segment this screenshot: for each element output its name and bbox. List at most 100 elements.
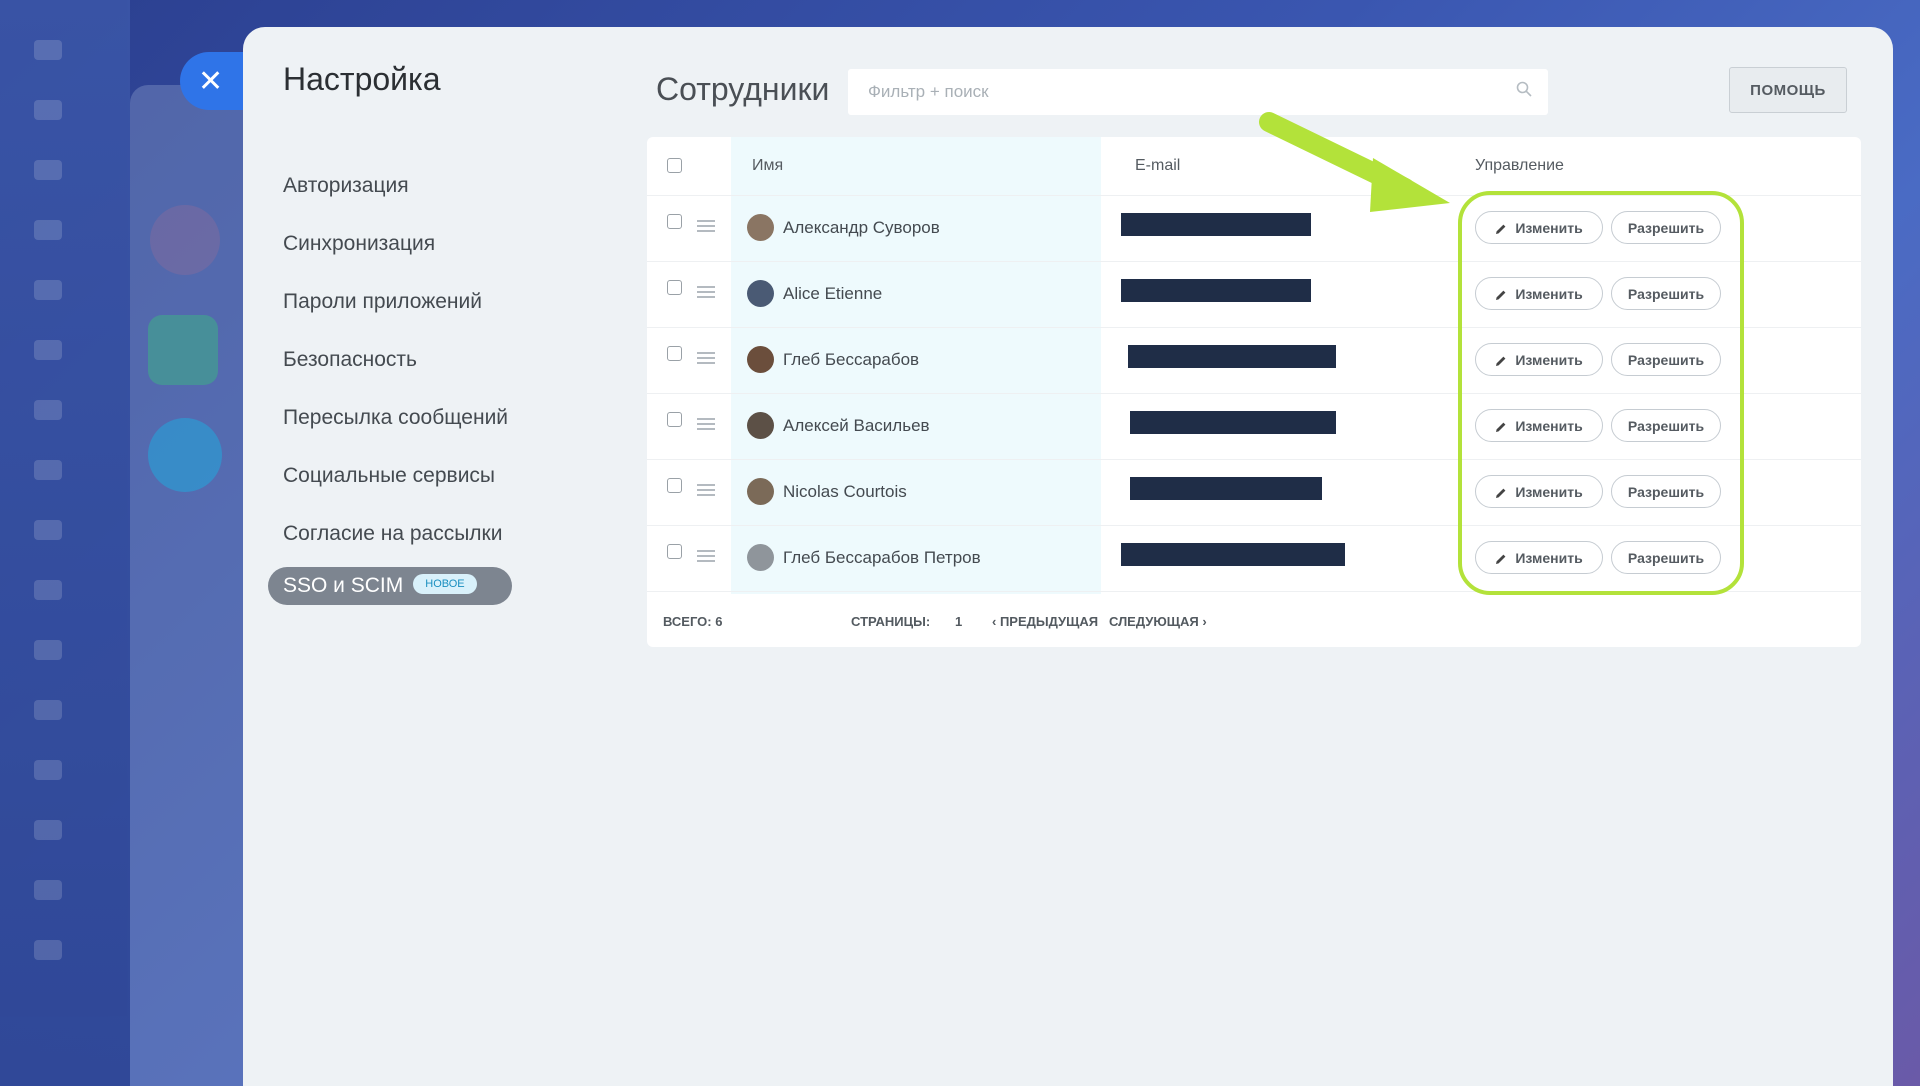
background-chat-icon (148, 315, 218, 385)
row-checkbox[interactable] (667, 412, 682, 427)
table-row: Алексей Васильев Изменить Разрешить (647, 393, 1861, 460)
edit-label: Изменить (1515, 285, 1583, 302)
chevron-right-icon: › (1198, 614, 1207, 629)
edit-button[interactable]: Изменить (1475, 475, 1603, 508)
employees-title: Сотрудники (656, 71, 830, 107)
background-nav-icon (34, 340, 62, 360)
table-row: Александр Суворов Изменить Разрешить (647, 195, 1861, 262)
employee-name[interactable]: Alice Etienne (783, 284, 882, 304)
pencil-icon (1496, 356, 1506, 366)
employees-table: Имя E-mail Управление Александр Суворов И… (647, 137, 1861, 647)
avatar (747, 412, 774, 439)
edit-button[interactable]: Изменить (1475, 343, 1603, 376)
next-label: СЛЕДУЮЩАЯ (1109, 614, 1199, 629)
edit-button[interactable]: Изменить (1475, 409, 1603, 442)
allow-button[interactable]: Разрешить (1611, 277, 1721, 310)
background-nav-icon (34, 220, 62, 240)
chevron-left-icon: ‹ (992, 614, 1000, 629)
allow-button[interactable]: Разрешить (1611, 343, 1721, 376)
prev-label: ПРЕДЫДУЩАЯ (999, 614, 1099, 629)
menu-item-security[interactable]: Безопасность (283, 331, 512, 389)
email-redacted (1130, 477, 1322, 500)
avatar (747, 346, 774, 373)
avatar (747, 544, 774, 571)
menu-item-consent[interactable]: Согласие на рассылки (283, 505, 512, 563)
pencil-icon (1496, 488, 1506, 498)
drag-handle-icon[interactable] (697, 484, 715, 496)
table-header: Имя E-mail Управление (647, 137, 1861, 196)
background-nav-icon (34, 400, 62, 420)
row-checkbox[interactable] (667, 478, 682, 493)
search-icon[interactable] (1516, 81, 1532, 97)
employee-name[interactable]: Александр Суворов (783, 218, 940, 238)
table-footer: ВСЕГО: 6 СТРАНИЦЫ: 1 ‹ ПРЕДЫДУЩАЯ СЛЕДУЮ… (647, 595, 1861, 647)
menu-item-app-passwords[interactable]: Пароли приложений (283, 273, 512, 331)
background-nav-icon (34, 160, 62, 180)
avatar (747, 214, 774, 241)
next-page-link[interactable]: СЛЕДУЮЩАЯ › (1109, 614, 1207, 629)
table-row: Глеб Бессарабов Изменить Разрешить (647, 327, 1861, 394)
employee-name[interactable]: Алексей Васильев (783, 416, 930, 436)
background-nav-icon (34, 940, 62, 960)
drag-handle-icon[interactable] (697, 550, 715, 562)
background-nav-icon (34, 580, 62, 600)
row-checkbox[interactable] (667, 214, 682, 229)
search-placeholder: Фильтр + поиск (868, 82, 989, 101)
background-nav-icon (34, 520, 62, 540)
row-checkbox[interactable] (667, 280, 682, 295)
search-input[interactable]: Фильтр + поиск (848, 69, 1548, 115)
background-app-sidebar (0, 0, 130, 1086)
header-email[interactable]: E-mail (1135, 157, 1180, 175)
background-nav-icon (34, 880, 62, 900)
prev-page-link[interactable]: ‹ ПРЕДЫДУЩАЯ (992, 614, 1098, 629)
header-name[interactable]: Имя (752, 157, 783, 175)
background-nav-icon (34, 460, 62, 480)
menu-item-sso-scim[interactable]: SSO и SCIM НОВОЕ (268, 567, 512, 605)
drag-handle-icon[interactable] (697, 418, 715, 430)
background-nav-icon (34, 760, 62, 780)
table-row: Nicolas Courtois Изменить Разрешить (647, 459, 1861, 526)
edit-button[interactable]: Изменить (1475, 211, 1603, 244)
settings-panel: Настройка Авторизация Синхронизация Паро… (243, 27, 1893, 1086)
background-nav-icon (34, 640, 62, 660)
background-nav-icon (34, 700, 62, 720)
row-checkbox[interactable] (667, 544, 682, 559)
allow-button[interactable]: Разрешить (1611, 475, 1721, 508)
drag-handle-icon[interactable] (697, 352, 715, 364)
background-nav-icon (34, 820, 62, 840)
allow-button[interactable]: Разрешить (1611, 211, 1721, 244)
allow-button[interactable]: Разрешить (1611, 409, 1721, 442)
pencil-icon (1496, 224, 1506, 234)
menu-item-social[interactable]: Социальные сервисы (283, 447, 512, 505)
menu-item-authorization[interactable]: Авторизация (283, 157, 512, 215)
background-nav-icon (34, 40, 62, 60)
email-redacted (1121, 213, 1311, 236)
background-avatar (150, 205, 220, 275)
settings-menu: Авторизация Синхронизация Пароли приложе… (268, 157, 512, 605)
table-row: Alice Etienne Изменить Разрешить (647, 261, 1861, 328)
background-circle-icon (148, 418, 222, 492)
employee-name[interactable]: Nicolas Courtois (783, 482, 907, 502)
menu-item-label: SSO и SCIM (283, 574, 404, 597)
page-number[interactable]: 1 (955, 614, 962, 629)
employee-name[interactable]: Глеб Бессарабов (783, 350, 919, 370)
drag-handle-icon[interactable] (697, 286, 715, 298)
edit-button[interactable]: Изменить (1475, 541, 1603, 574)
settings-title: Настройка (283, 61, 441, 97)
edit-label: Изменить (1515, 351, 1583, 368)
menu-item-sync[interactable]: Синхронизация (283, 215, 512, 273)
help-button[interactable]: ПОМОЩЬ (1729, 67, 1847, 113)
close-icon: ✕ (198, 64, 224, 99)
background-nav-icon (34, 100, 62, 120)
select-all-checkbox[interactable] (667, 158, 682, 173)
menu-item-forwarding[interactable]: Пересылка сообщений (283, 389, 512, 447)
employee-name[interactable]: Глеб Бессарабов Петров (783, 548, 981, 568)
row-checkbox[interactable] (667, 346, 682, 361)
edit-label: Изменить (1515, 483, 1583, 500)
edit-button[interactable]: Изменить (1475, 277, 1603, 310)
allow-button[interactable]: Разрешить (1611, 541, 1721, 574)
drag-handle-icon[interactable] (697, 220, 715, 232)
new-badge: НОВОЕ (413, 574, 477, 595)
total-count: ВСЕГО: 6 (663, 614, 723, 629)
pages-label: СТРАНИЦЫ: (851, 614, 931, 629)
